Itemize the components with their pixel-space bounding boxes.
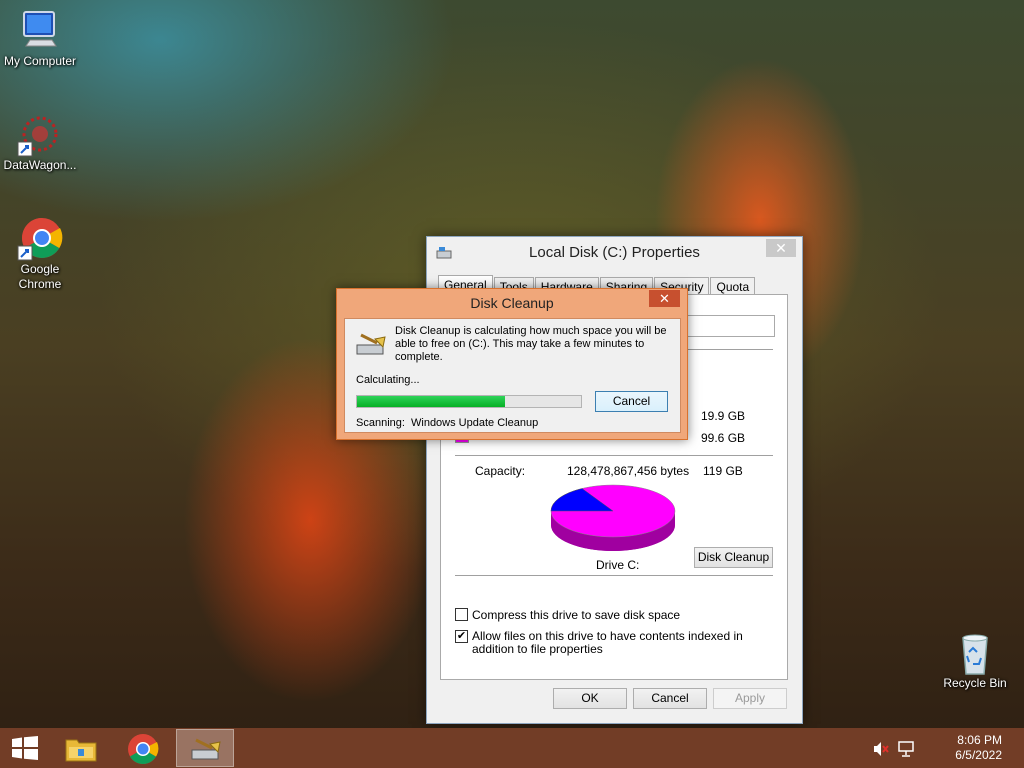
desktop-icon-label: Recycle Bin <box>943 676 1007 690</box>
desktop-icon-label: DataWagon... <box>3 158 77 172</box>
disk-cleanup-dialog: Disk Cleanup ✕ Disk Cleanup is calculati… <box>336 288 688 440</box>
compress-label: Compress this drive to save disk space <box>472 608 681 622</box>
progress-bar <box>356 395 582 408</box>
disk-usage-pie <box>550 484 676 551</box>
dialog-title: Disk Cleanup <box>470 295 554 311</box>
status-text: Calculating... <box>356 374 420 386</box>
close-icon: ✕ <box>775 240 787 256</box>
disk-cleanup-icon <box>190 736 222 765</box>
taskbar-disk-cleanup[interactable] <box>176 729 234 767</box>
index-label: Allow files on this drive to have conten… <box>472 629 743 656</box>
apply-button[interactable]: Apply <box>713 688 787 709</box>
taskbar-file-explorer[interactable] <box>52 729 110 767</box>
desktop-icon-label: Google Chrome <box>18 262 62 291</box>
compress-checkbox[interactable] <box>455 608 468 621</box>
properties-titlebar[interactable]: Local Disk (C:) Properties ✕ <box>427 237 802 267</box>
taskbar-clock[interactable]: 8:06 PM 6/5/2022 <box>955 733 1002 763</box>
close-icon: ✕ <box>659 291 670 306</box>
clock-date: 6/5/2022 <box>955 748 1002 762</box>
dialog-message: Disk Cleanup is calculating how much spa… <box>395 325 667 363</box>
dialog-close-button[interactable]: ✕ <box>649 290 680 307</box>
desktop-icon-datawagon[interactable]: DataWagon... <box>0 112 80 173</box>
desktop-icon-my-computer[interactable]: My Computer <box>0 8 80 69</box>
drive-label: Drive C: <box>596 558 640 572</box>
chrome-icon <box>16 216 64 261</box>
cleanup-cancel-button[interactable]: Cancel <box>595 391 668 412</box>
recycle-bin-icon <box>951 630 999 675</box>
capacity-label: Capacity: <box>475 464 526 478</box>
scanning-label: Scanning: <box>356 417 405 429</box>
speaker-muted-icon[interactable] <box>873 741 889 760</box>
free-space-value: 99.6 GB <box>701 431 746 445</box>
start-button[interactable] <box>0 728 50 768</box>
divider <box>455 455 773 456</box>
dialog-body: Disk Cleanup is calculating how much spa… <box>344 318 681 433</box>
desktop-icon-recycle-bin[interactable]: Recycle Bin <box>935 630 1015 691</box>
taskbar: 8:06 PM 6/5/2022 <box>0 728 1024 768</box>
network-icon[interactable] <box>898 741 914 760</box>
file-explorer-icon <box>65 734 97 765</box>
ok-button[interactable]: OK <box>553 688 627 709</box>
disk-cleanup-icon <box>355 331 387 360</box>
cancel-button[interactable]: Cancel <box>633 688 707 709</box>
clock-time: 8:06 PM <box>957 733 1002 747</box>
desktop-icon-label: My Computer <box>3 54 77 68</box>
close-button[interactable]: ✕ <box>766 239 796 257</box>
disk-cleanup-button[interactable]: Disk Cleanup <box>694 547 773 568</box>
capacity-gb: 119 GB <box>703 464 743 478</box>
capacity-bytes: 128,478,867,456 bytes <box>567 464 690 478</box>
progress-fill <box>357 396 505 407</box>
checkmark-icon: ✔ <box>456 630 467 642</box>
chrome-icon <box>127 733 159 768</box>
computer-icon <box>16 8 64 52</box>
window-title: Local Disk (C:) Properties <box>529 244 700 261</box>
used-space-value: 19.9 GB <box>701 409 746 423</box>
divider <box>455 575 773 576</box>
index-checkbox[interactable]: ✔ <box>455 630 468 643</box>
taskbar-chrome[interactable] <box>114 729 172 767</box>
desktop-icon-google-chrome[interactable]: Google Chrome <box>0 216 80 292</box>
scanning-item: Windows Update Cleanup <box>411 417 539 429</box>
windows-start-icon <box>12 736 38 763</box>
datawagon-icon <box>16 112 64 157</box>
